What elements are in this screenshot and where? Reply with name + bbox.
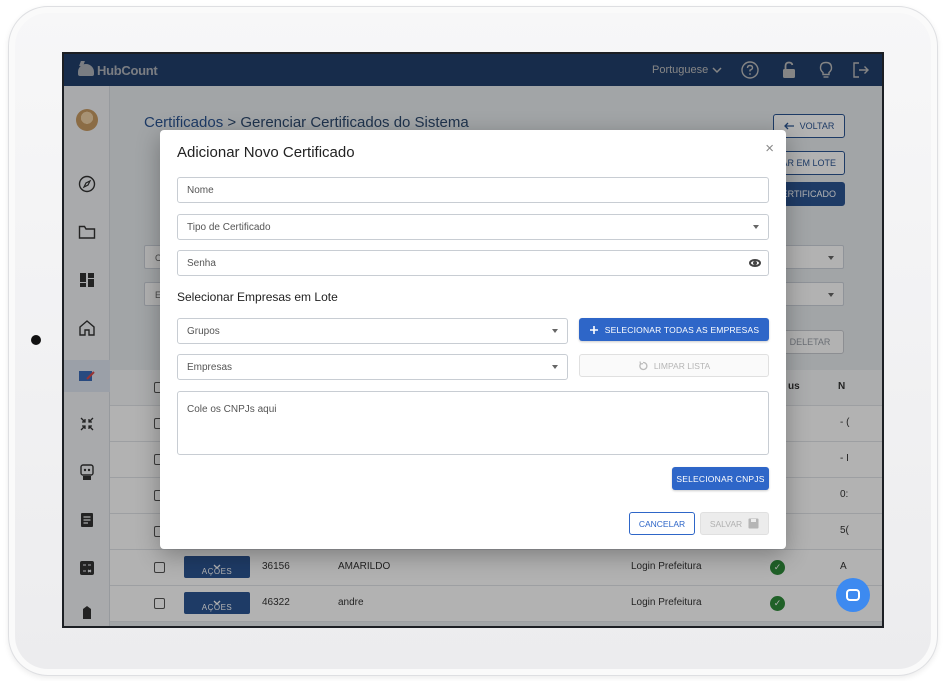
batch-section-title: Selecionar Empresas em Lote [177,290,338,304]
cnpj-textarea[interactable]: Cole os CNPJs aqui [177,391,769,455]
clear-list-button[interactable]: LIMPAR LISTA [579,354,769,377]
companies-select[interactable]: Empresas [177,354,568,380]
certificate-type-select[interactable]: Tipo de Certificado [177,214,769,240]
chat-button[interactable] [836,578,870,612]
save-button[interactable]: SALVAR [700,512,769,535]
companies-placeholder: Empresas [187,362,233,373]
password-placeholder: Senha [187,258,216,269]
eye-icon[interactable] [749,259,761,267]
select-cnpjs-label: SELECIONAR CNPJS [676,473,765,484]
select-all-companies-button[interactable]: SELECIONAR TODAS AS EMPRESAS [579,318,769,341]
caret-down-icon [552,365,558,369]
cancel-label: CANCELAR [638,518,686,529]
add-certificate-modal: Adicionar Novo Certificado × Nome Tipo d… [160,130,786,549]
caret-down-icon [552,329,558,333]
certificate-type-placeholder: Tipo de Certificado [187,222,271,233]
save-label: SALVAR [709,518,743,529]
groups-select[interactable]: Grupos [177,318,568,344]
groups-placeholder: Grupos [187,326,220,337]
close-icon[interactable]: × [765,140,774,157]
tablet-camera [31,335,41,345]
name-field[interactable]: Nome [177,177,769,203]
cnpj-placeholder: Cole os CNPJs aqui [187,404,277,415]
clear-list-label: LIMPAR LISTA [653,360,711,371]
select-cnpjs-button[interactable]: SELECIONAR CNPJS [672,467,769,490]
plus-icon [589,325,598,334]
save-icon [748,518,759,529]
name-placeholder: Nome [187,185,214,196]
password-field[interactable]: Senha [177,250,769,276]
chat-icon [846,589,860,601]
cancel-button[interactable]: CANCELAR [629,512,695,535]
caret-down-icon [753,225,759,229]
reset-icon [639,360,648,370]
modal-title: Adicionar Novo Certificado [177,144,355,161]
select-all-label: SELECIONAR TODAS AS EMPRESAS [604,324,760,335]
